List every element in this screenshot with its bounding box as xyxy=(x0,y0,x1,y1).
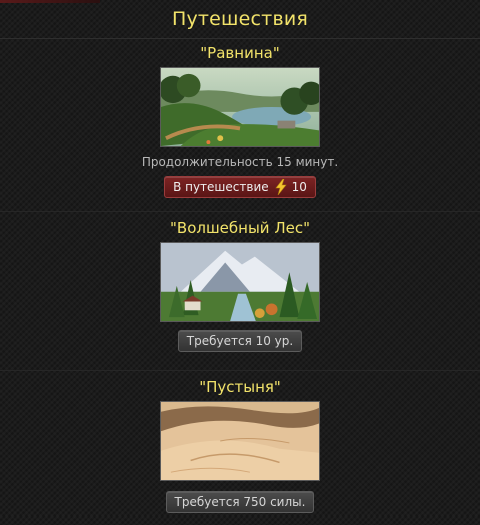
trip-magic-forest: "Волшебный Лес" Требуется 10 ур. xyxy=(0,211,480,370)
trip-plains: "Равнина" Продолжительность 15 минут. В … xyxy=(0,39,480,211)
page-title: Путешествия xyxy=(171,8,309,30)
page-header: Путешествия xyxy=(0,0,480,39)
go-on-trip-button[interactable]: В путешествие 10 xyxy=(164,176,316,198)
trip-title: "Волшебный Лес" xyxy=(170,219,310,237)
trip-title: "Пустыня" xyxy=(199,378,281,396)
trip-duration: Продолжительность 15 минут. xyxy=(141,155,339,169)
trip-title: "Равнина" xyxy=(200,44,280,62)
button-label: В путешествие xyxy=(173,180,269,194)
lightning-icon xyxy=(275,179,287,195)
plains-landscape-image xyxy=(160,67,320,147)
top-edge-accent xyxy=(0,0,100,3)
energy-cost: 10 xyxy=(291,180,307,194)
desert-landscape-image xyxy=(160,401,320,481)
magic-forest-landscape-image xyxy=(160,242,320,322)
requires-level-button[interactable]: Требуется 10 ур. xyxy=(177,330,303,352)
trip-desert: "Пустыня" Требуется 750 силы. xyxy=(0,370,480,525)
button-label: Требуется 750 силы. xyxy=(174,495,306,509)
requires-strength-button[interactable]: Требуется 750 силы. xyxy=(165,491,315,513)
button-label: Требуется 10 ур. xyxy=(186,334,294,348)
